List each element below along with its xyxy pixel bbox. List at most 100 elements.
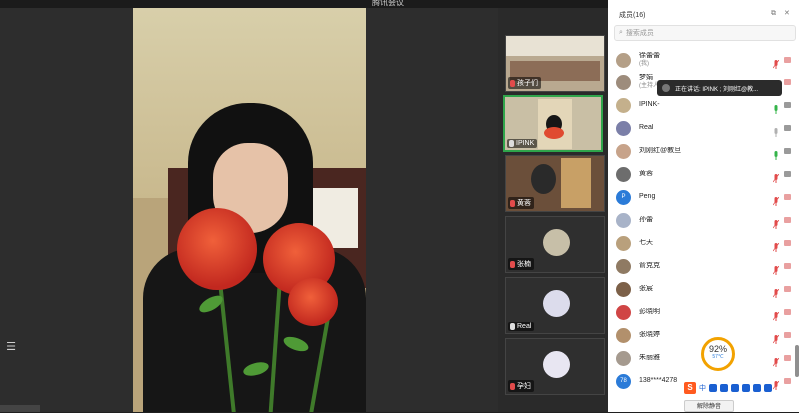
member-name: 彭晓明 [639,308,749,316]
mic-muted-icon[interactable] [772,331,780,344]
member-row[interactable]: 七天 [616,233,796,253]
camera-off-icon[interactable] [784,217,791,223]
camera-off-icon[interactable] [784,263,791,269]
member-row[interactable]: 黄蓉 [616,164,796,184]
member-name-text: 孙蕾 [639,216,653,223]
member-name: 俞克克 [639,262,749,270]
member-role: (我) [639,61,649,67]
member-name-text: 朱丽雅 [639,354,660,361]
video-thumbnail[interactable]: 孕妇 [505,338,605,395]
camera-off-icon[interactable] [784,355,791,361]
member-row[interactable]: 俞克克 [616,256,796,276]
mic-muted-icon [510,382,515,390]
panel-scrollbar[interactable] [795,345,799,377]
camera-off-icon[interactable] [784,332,791,338]
sogou-icon[interactable]: S [684,382,696,394]
skin-icon[interactable] [753,384,761,392]
member-name-text: 张晓婷 [639,331,660,338]
avatar [616,74,631,90]
mic-on-icon[interactable] [773,147,779,160]
member-row[interactable]: 彭晓明 [616,302,796,322]
camera-icon[interactable] [784,148,791,154]
member-row[interactable]: P Peng [616,187,796,207]
video-thumbnail[interactable]: Real [505,277,605,334]
member-name: 黄蓉 [639,170,749,178]
thumbnail-label: 张楠 [508,258,534,270]
mic-muted-icon[interactable] [772,308,780,321]
member-name-text: 七天 [639,239,653,246]
avatar [616,143,631,159]
member-row[interactable]: Real [616,118,796,138]
member-name: Peng [639,193,749,201]
emoji-icon[interactable] [720,384,728,392]
speaker-video[interactable] [133,8,366,412]
mic-muted-icon[interactable] [772,193,780,206]
video-thumbnail-active[interactable]: IPINK [503,95,603,152]
avatar [616,350,631,366]
camera-off-icon[interactable] [784,378,791,384]
mic-muted-icon[interactable] [772,239,780,252]
mic-muted-icon[interactable] [772,170,780,183]
member-name-text: 刘刚红@教旦 [639,147,682,154]
ime-toolbar[interactable]: S 中 [684,382,772,394]
camera-icon[interactable] [784,171,791,177]
panel-window-controls[interactable]: ⧉ ✕ [771,9,793,18]
video-thumbnail[interactable]: 孩子们 [505,35,605,92]
mic-muted-icon[interactable] [772,216,780,229]
avatar [616,327,631,343]
status-strip [0,405,40,412]
mic-muted-icon [510,199,515,207]
unmute-all-button[interactable]: 解除静音 [684,400,734,412]
member-row[interactable]: 徐蕾蕾 (我) [616,50,796,70]
member-row[interactable]: 张宸 [616,279,796,299]
keyboard-icon[interactable] [742,384,750,392]
member-name: 刘刚红@教旦 [639,147,749,155]
avatar [616,52,631,68]
ime-mode[interactable]: 中 [699,383,706,393]
cpu-percent: 92% [708,344,727,354]
search-icon: ⌕ [619,29,623,36]
list-view-icon[interactable]: ☰ [4,341,18,353]
voice-icon[interactable] [731,384,739,392]
member-name-text: 张宸 [639,285,653,292]
speaker-avatar [662,84,670,92]
camera-off-icon[interactable] [784,309,791,315]
mic-on-icon[interactable] [773,101,779,114]
thumbnail-label: Real [508,322,535,331]
avatar: 78 [616,373,631,389]
member-row[interactable]: 孙蕾 [616,210,796,230]
video-thumbnail[interactable]: 黄蓉 [505,155,605,212]
cpu-usage-widget[interactable]: 92% 57℃ [701,337,735,371]
window-titlebar: 腾讯会议 [0,0,608,8]
camera-off-icon[interactable] [784,79,791,85]
mic-muted-icon[interactable] [772,285,780,298]
member-name: 孙蕾 [639,216,749,224]
avatar [616,120,631,136]
camera-icon[interactable] [784,125,791,131]
camera-off-icon[interactable] [784,194,791,200]
member-name-text: Peng [639,193,656,200]
member-name: 张晓婷 [639,331,749,339]
mic-muted-icon[interactable] [772,354,780,367]
camera-icon[interactable] [784,102,791,108]
member-search-input[interactable]: ⌕ 搜索成员 [614,25,796,41]
punctuation-icon[interactable] [709,384,717,392]
video-thumbnail[interactable]: 张楠 [505,216,605,273]
thumbnail-label: 孕妇 [508,380,534,392]
camera-off-icon[interactable] [784,286,791,292]
member-name-text: Real [639,124,654,131]
thumbnail-person [531,164,556,194]
camera-off-icon[interactable] [784,240,791,246]
avatar [616,166,631,182]
toolbox-icon[interactable] [764,384,772,392]
mic-icon[interactable] [773,124,779,137]
mic-muted-icon[interactable] [772,377,780,390]
camera-off-icon[interactable] [784,57,791,63]
mic-muted-icon [510,260,515,268]
avatar [543,290,570,317]
thumbnail-rose [544,127,564,139]
member-row[interactable]: 刘刚红@教旦 [616,141,796,161]
mic-muted-icon[interactable] [772,56,780,69]
mic-muted-icon[interactable] [772,262,780,275]
member-row[interactable]: IPINK- [616,95,796,115]
